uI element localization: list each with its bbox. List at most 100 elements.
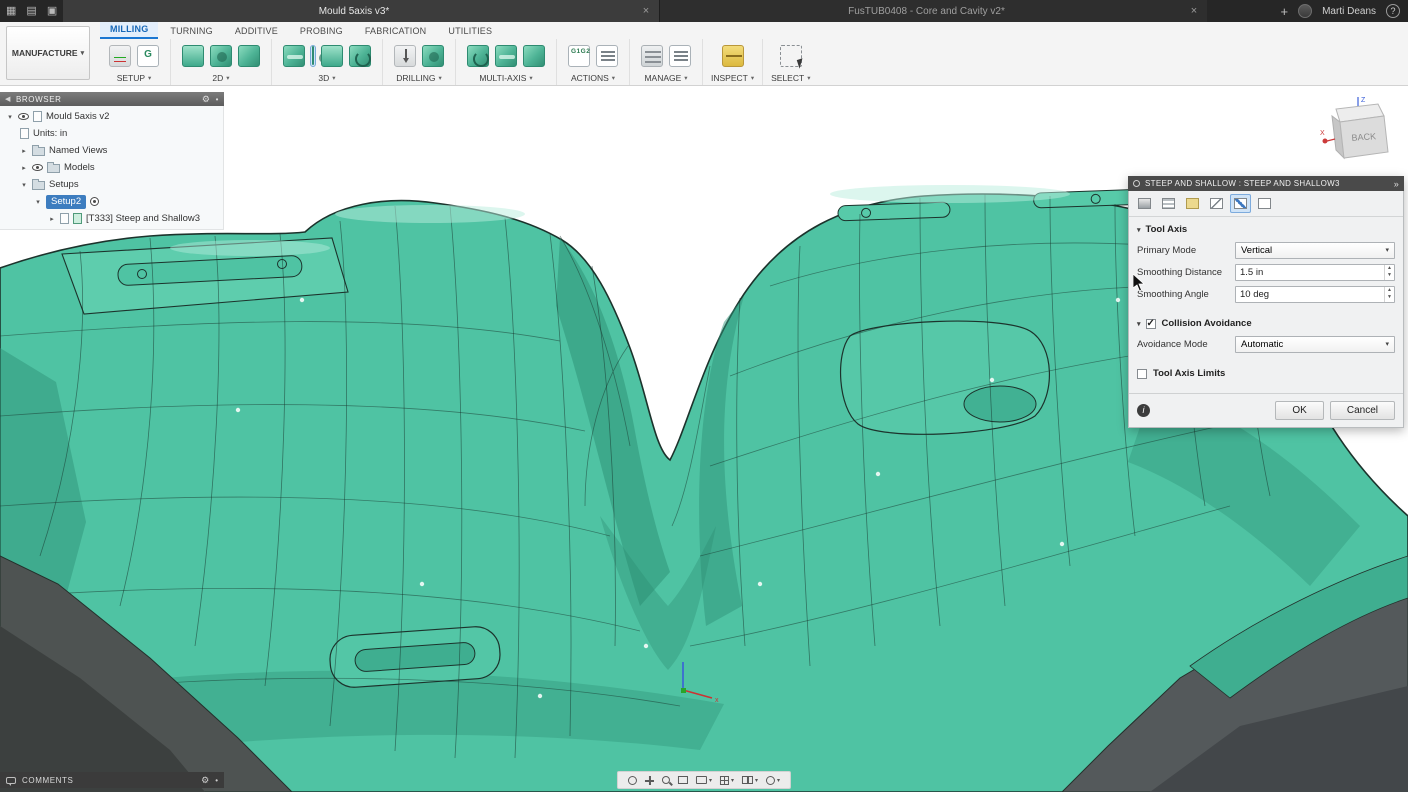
collapse-panel-icon[interactable]: ◀ (5, 95, 11, 103)
expand-arrow-icon[interactable]: ▾ (6, 113, 14, 121)
document-tab-active[interactable]: Mould 5axis v3* × (63, 0, 659, 22)
group-label[interactable]: MANAGE (644, 73, 681, 83)
navigation-settings-icon[interactable]: ▾ (764, 776, 782, 785)
browser-item-units[interactable]: Units: in (0, 125, 223, 142)
steep-and-shallow-icon[interactable] (349, 45, 371, 67)
face-icon[interactable] (182, 45, 204, 67)
adaptive-clearing-icon[interactable] (283, 45, 305, 67)
browser-item-label-selected[interactable]: Setup2 (46, 195, 86, 209)
workspace-selector[interactable]: MANUFACTURE ▾ (6, 26, 90, 80)
job-status-icon[interactable] (1298, 4, 1312, 18)
drill-icon[interactable] (394, 45, 416, 67)
flat-icon[interactable] (321, 45, 343, 67)
gear-icon[interactable]: ⚙ (202, 94, 211, 105)
ok-button[interactable]: OK (1275, 401, 1323, 420)
measure-icon[interactable] (722, 45, 744, 67)
panel-dot-icon[interactable]: • (216, 95, 219, 104)
tab-probing[interactable]: PROBING (290, 24, 353, 39)
file-icon[interactable]: ▤ (26, 0, 36, 22)
tab-additive[interactable]: ADDITIVE (225, 24, 288, 39)
task-manager-icon[interactable] (669, 45, 691, 67)
bore-icon[interactable] (422, 45, 444, 67)
fit-icon[interactable] (676, 776, 690, 784)
section-collapse-icon[interactable]: ▾ (1137, 226, 1141, 234)
expand-arrow-icon[interactable]: ▸ (20, 147, 28, 155)
collision-avoidance-checkbox[interactable] (1146, 319, 1156, 329)
help-icon[interactable]: ? (1386, 4, 1400, 18)
geometry-tab-icon[interactable] (1158, 194, 1179, 213)
tab-utilities[interactable]: UTILITIES (438, 24, 502, 39)
tool-library-icon[interactable] (641, 45, 663, 67)
pocket-clearing-icon[interactable] (312, 46, 314, 65)
close-tab-icon[interactable]: × (1191, 5, 1197, 17)
viewports-icon[interactable]: ▾ (740, 776, 760, 784)
setup-icon[interactable] (109, 45, 131, 67)
group-label[interactable]: MULTI-AXIS (479, 73, 526, 83)
swarf-icon[interactable] (467, 45, 489, 67)
tab-milling[interactable]: MILLING (100, 22, 158, 39)
section-tool-axis-limits[interactable]: Tool Axis Limits (1129, 361, 1403, 383)
user-name[interactable]: Marti Deans (1322, 6, 1376, 17)
spinner-control[interactable]: ▲▼ (1384, 287, 1394, 302)
view-cube[interactable]: BACK X Z (1318, 94, 1408, 174)
app-grid-icon[interactable]: ▦ (6, 0, 16, 22)
section-collapse-icon[interactable]: ▾ (1137, 320, 1141, 328)
select-box-icon[interactable] (780, 45, 802, 67)
primary-mode-select[interactable]: Vertical ▾ (1235, 242, 1395, 259)
tool-axis-limits-checkbox[interactable] (1137, 369, 1147, 379)
document-tab-inactive[interactable]: FusTUB0408 - Core and Cavity v2* × (659, 0, 1207, 22)
browser-header[interactable]: ◀ BROWSER ⚙ • (0, 92, 224, 106)
active-setup-icon[interactable] (90, 197, 99, 206)
browser-item-models[interactable]: ▸ Models (0, 159, 223, 176)
tool-axis-tab-icon[interactable] (1230, 194, 1251, 213)
heights-tab-icon[interactable] (1182, 194, 1203, 213)
section-collision-avoidance[interactable]: ▾ Collision Avoidance (1129, 311, 1403, 333)
group-label[interactable]: DRILLING (396, 73, 435, 83)
expand-arrow-icon[interactable]: ▸ (48, 215, 56, 223)
group-label[interactable]: ACTIONS (571, 73, 609, 83)
dialog-header[interactable]: STEEP AND SHALLOW : STEEP AND SHALLOW3 » (1128, 176, 1404, 191)
zoom-icon[interactable] (660, 776, 672, 784)
ncprogram-icon[interactable] (137, 45, 159, 67)
dialog-collapse-icon[interactable]: » (1394, 179, 1399, 189)
tab-turning[interactable]: TURNING (160, 24, 222, 39)
save-icon[interactable]: ▣ (47, 0, 57, 22)
pan-icon[interactable] (643, 776, 656, 785)
expand-arrow-icon[interactable]: ▾ (34, 198, 42, 206)
comments-bar[interactable]: COMMENTS ⚙ • (0, 772, 224, 788)
spinner-control[interactable]: ▲▼ (1384, 265, 1394, 280)
tool-tab-icon[interactable] (1134, 194, 1155, 213)
multi-axis-contour-icon[interactable] (495, 45, 517, 67)
visibility-eye-icon[interactable] (32, 164, 43, 171)
post-process-icon[interactable] (568, 45, 590, 67)
visibility-eye-icon[interactable] (18, 113, 29, 120)
section-tool-axis[interactable]: ▾ Tool Axis (1129, 217, 1403, 239)
group-label[interactable]: INSPECT (711, 73, 748, 83)
expand-arrow-icon[interactable]: ▸ (20, 164, 28, 172)
avoidance-mode-select[interactable]: Automatic ▾ (1235, 336, 1395, 353)
smoothing-distance-input[interactable] (1236, 265, 1384, 280)
expand-arrow-icon[interactable]: ▾ (20, 181, 28, 189)
browser-item-setups[interactable]: ▾ Setups (0, 176, 223, 193)
orbit-icon[interactable] (626, 776, 639, 785)
browser-item-named-views[interactable]: ▸ Named Views (0, 142, 223, 159)
simulate-icon[interactable] (596, 45, 618, 67)
passes-tab-icon[interactable] (1206, 194, 1227, 213)
model-viewport[interactable]: x ◀ BROWSER ⚙ • ▾ Mould 5axis v2 U (0, 86, 1408, 792)
cancel-button[interactable]: Cancel (1330, 401, 1395, 420)
info-icon[interactable]: i (1137, 404, 1150, 417)
display-settings-icon[interactable]: ▾ (694, 776, 714, 784)
group-label[interactable]: 3D (318, 73, 329, 83)
flow-icon[interactable] (523, 45, 545, 67)
contour-2d-icon[interactable] (238, 45, 260, 67)
gear-icon[interactable]: ⚙ (201, 775, 209, 786)
tab-fabrication[interactable]: FABRICATION (355, 24, 437, 39)
browser-item-root[interactable]: ▾ Mould 5axis v2 (0, 108, 223, 125)
new-tab-icon[interactable]: + (1281, 4, 1289, 19)
pocket-2d-icon[interactable] (210, 45, 232, 67)
group-label[interactable]: SETUP (117, 73, 145, 83)
grid-settings-icon[interactable]: ▾ (718, 776, 736, 785)
browser-item-toolpath[interactable]: ▸ [T333] Steep and Shallow3 (0, 210, 223, 227)
close-tab-icon[interactable]: × (643, 5, 649, 17)
group-label[interactable]: 2D (212, 73, 223, 83)
